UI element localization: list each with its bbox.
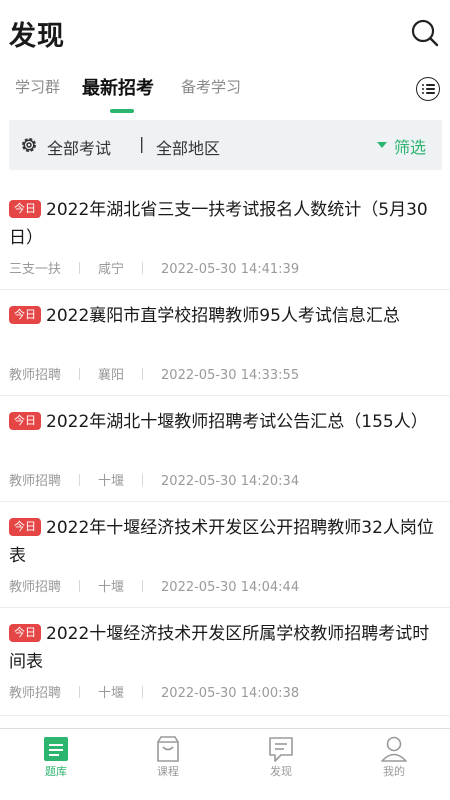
article-region: 十堰 [98, 580, 125, 595]
article-meta: 教师招聘 十堰 2022-05-30 14:04:44 [9, 576, 299, 595]
gear-icon[interactable] [19, 135, 39, 155]
filter-separator: | [139, 134, 145, 153]
course-bag-icon [157, 736, 179, 762]
article-title[interactable]: 今日 2022十堰经济技术开发区所属学校教师招聘考试时间表 [9, 620, 439, 676]
article-title-text: 2022年湖北省三支一扶考试报名人数统计（5月30日） [9, 200, 428, 248]
list-menu-button[interactable] [416, 77, 440, 101]
divider [142, 368, 144, 380]
article-meta: 教师招聘 襄阳 2022-05-30 14:33:55 [9, 364, 299, 383]
divider [79, 368, 81, 380]
article-title[interactable]: 今日 2022年十堰经济技术开发区公开招聘教师32人岗位表 [9, 514, 439, 570]
article-title-text: 2022襄阳市直学校招聘教师95人考试信息汇总 [46, 306, 400, 326]
article-category: 教师招聘 [9, 474, 62, 489]
article-time: 2022-05-30 14:04:44 [161, 580, 300, 595]
article-meta: 三支一扶 咸宁 2022-05-30 14:41:39 [9, 258, 299, 277]
tab-study-group[interactable]: 学习群 [15, 76, 60, 97]
article-time: 2022-05-30 14:41:39 [161, 262, 300, 277]
divider [79, 686, 81, 698]
divider [142, 474, 144, 486]
discover-chat-icon [269, 737, 293, 762]
article-title[interactable]: 今日 2022年湖北省三支一扶考试报名人数统计（5月30日） [9, 196, 439, 252]
article-region: 十堰 [98, 474, 125, 489]
page-title: 发现 [9, 21, 65, 52]
divider [79, 262, 81, 274]
active-tab-indicator [110, 109, 134, 113]
nav-courses[interactable]: 课程 [112, 729, 224, 800]
list-item[interactable]: 今日 2022年湖北十堰教师招聘考试公告汇总（155人） 教师招聘 十堰 2022-0… [0, 408, 450, 502]
article-title-text: 2022年十堰经济技术开发区公开招聘教师32人岗位表 [9, 518, 434, 566]
nav-question-bank[interactable]: 题库 [0, 729, 112, 800]
nav-label: 课程 [157, 765, 179, 778]
exam-filter[interactable]: 全部考试 [47, 135, 111, 159]
article-time: 2022-05-30 14:33:55 [161, 368, 300, 383]
article-title-text: 2022十堰经济技术开发区所属学校教师招聘考试时间表 [9, 624, 430, 672]
search-icon [411, 19, 439, 47]
list-item[interactable]: 今日 2022年十堰经济技术开发区公开招聘教师32人岗位表 教师招聘 十堰 2022-… [0, 514, 450, 608]
today-badge: 今日 [9, 624, 41, 642]
nav-label: 题库 [45, 765, 67, 778]
article-meta: 教师招聘 十堰 2022-05-30 14:20:34 [9, 470, 299, 489]
tab-latest-exams[interactable]: 最新招考 [82, 74, 154, 100]
list-item[interactable]: 今日 2022年湖北省三支一扶考试报名人数统计（5月30日） 三支一扶 咸宁 2022… [0, 196, 450, 290]
today-badge: 今日 [9, 412, 41, 430]
article-category: 教师招聘 [9, 580, 62, 595]
article-category: 教师招聘 [9, 368, 62, 383]
divider [79, 580, 81, 592]
divider [142, 686, 144, 698]
bottom-tab-bar: 题库 课程 发现 我的 [0, 728, 450, 800]
article-region: 十堰 [98, 686, 125, 701]
divider [142, 262, 144, 274]
list-item[interactable]: 今日 2022襄阳市直学校招聘教师95人考试信息汇总 教师招聘 襄阳 2022-05-… [0, 302, 450, 396]
divider [142, 580, 144, 592]
category-tabs: 学习群 最新招考 备考学习 [0, 66, 450, 114]
article-region: 咸宁 [98, 262, 125, 277]
filter-button[interactable]: 筛选 [394, 134, 426, 158]
header: 发现 [0, 0, 450, 66]
question-bank-icon [44, 737, 68, 761]
article-category: 三支一扶 [9, 262, 62, 277]
search-button[interactable] [410, 18, 440, 48]
article-category: 教师招聘 [9, 686, 62, 701]
region-filter[interactable]: 全部地区 [156, 135, 220, 159]
profile-person-icon [381, 736, 407, 762]
article-meta: 教师招聘 十堰 2022-05-30 14:00:38 [9, 682, 299, 701]
nav-discover[interactable]: 发现 [225, 729, 337, 800]
article-time: 2022-05-30 14:00:38 [161, 686, 300, 701]
tab-exam-prep[interactable]: 备考学习 [181, 76, 241, 97]
article-title[interactable]: 今日 2022襄阳市直学校招聘教师95人考试信息汇总 [9, 302, 439, 330]
article-time: 2022-05-30 14:20:34 [161, 474, 300, 489]
divider [79, 474, 81, 486]
list-menu-icon [422, 84, 424, 86]
article-region: 襄阳 [98, 368, 125, 383]
article-title[interactable]: 今日 2022年湖北十堰教师招聘考试公告汇总（155人） [9, 408, 439, 436]
today-badge: 今日 [9, 306, 41, 324]
nav-label: 我的 [383, 765, 405, 778]
triangle-down-icon[interactable] [377, 142, 387, 148]
today-badge: 今日 [9, 518, 41, 536]
article-title-text: 2022年湖北十堰教师招聘考试公告汇总（155人） [46, 412, 428, 432]
today-badge: 今日 [9, 200, 41, 218]
nav-profile[interactable]: 我的 [338, 729, 450, 800]
nav-label: 发现 [270, 765, 292, 778]
filter-bar: 全部考试 | 全部地区 筛选 [9, 120, 442, 170]
list-item[interactable]: 今日 2022十堰经济技术开发区所属学校教师招聘考试时间表 教师招聘 十堰 2022-… [0, 620, 450, 716]
